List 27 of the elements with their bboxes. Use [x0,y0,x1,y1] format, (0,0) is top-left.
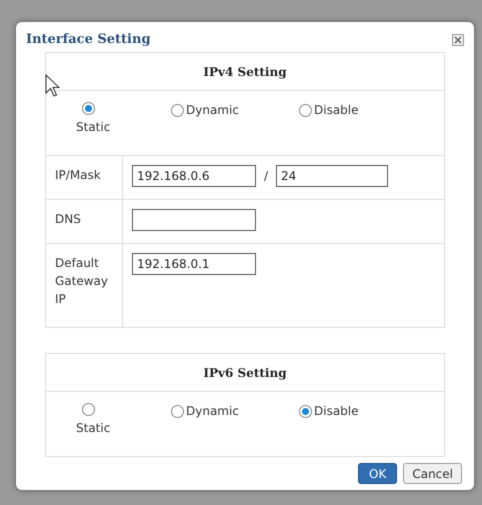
radio-button[interactable] [171,104,184,116]
radio-label: Static [76,420,110,437]
input-field[interactable]: 192.168.0.6 [132,165,256,187]
radio-label: Dynamic [186,403,239,420]
radio-label: Dynamic [186,102,239,119]
cancel-button[interactable]: Cancel [403,463,462,484]
field-label: IP/Mask [55,167,102,184]
field-label: DNS [55,211,82,228]
separator-text: / [264,168,268,185]
mouse-pointer-icon [45,74,61,98]
radio-label: Disable [314,403,359,420]
field-label: Default Gateway IP [55,255,110,308]
radio-button[interactable] [82,102,95,115]
window-title: Interface Setting [26,31,151,50]
radio-button[interactable] [82,403,95,416]
radio-label: Static [76,119,110,136]
radio-button[interactable] [299,104,312,116]
input-field[interactable]: 24 [276,165,388,187]
section-title: IPv6 Setting [203,364,287,382]
ok-button[interactable]: OK [358,463,398,484]
radio-button[interactable] [299,404,312,418]
input-field[interactable]: 192.168.0.1 [132,253,256,275]
close-icon[interactable] [452,34,464,46]
section-title: IPv4 Setting [203,64,287,80]
radio-label: Disable [314,102,359,119]
input-field[interactable] [132,209,256,231]
radio-button[interactable] [171,404,184,418]
